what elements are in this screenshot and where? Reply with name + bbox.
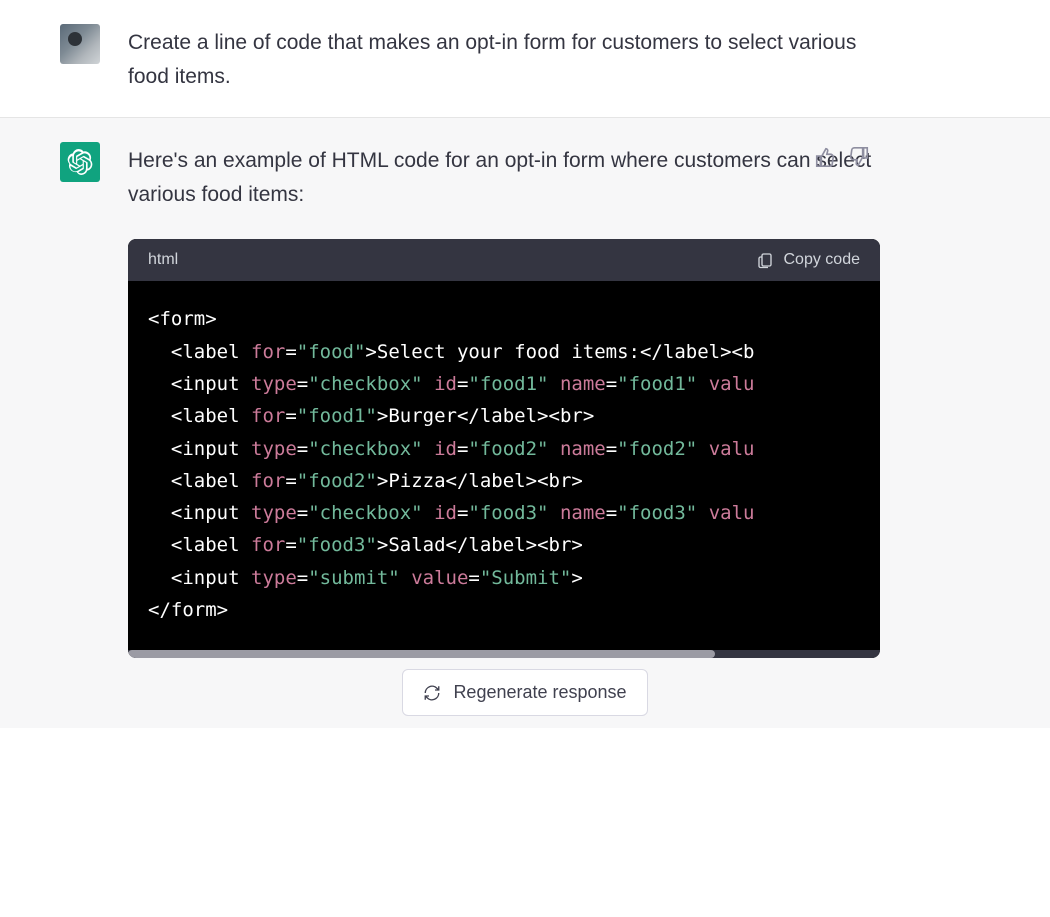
- code-body[interactable]: <form> <label for="food">Select your foo…: [128, 281, 880, 650]
- openai-logo-icon: [67, 149, 93, 175]
- code-language-label: html: [148, 251, 178, 269]
- horizontal-scrollbar[interactable]: [128, 650, 880, 658]
- copy-code-button[interactable]: Copy code: [756, 251, 861, 269]
- code-header: html Copy code: [128, 239, 880, 281]
- regenerate-label: Regenerate response: [453, 682, 626, 703]
- assistant-message-text: Here's an example of HTML code for an op…: [128, 142, 880, 211]
- assistant-avatar: [60, 142, 100, 182]
- thumb-down-button[interactable]: [848, 146, 870, 173]
- user-message-text: Create a line of code that makes an opt-…: [128, 24, 880, 93]
- code-block: html Copy code <form> <label for="food">…: [128, 239, 880, 658]
- thumb-down-icon: [848, 146, 870, 168]
- thumb-up-button[interactable]: [814, 146, 836, 173]
- regenerate-icon: [423, 684, 441, 702]
- regenerate-response-button[interactable]: Regenerate response: [402, 669, 647, 716]
- thumb-up-icon: [814, 146, 836, 168]
- user-message-block: Create a line of code that makes an opt-…: [0, 0, 1050, 118]
- clipboard-icon: [756, 251, 774, 269]
- copy-code-label: Copy code: [784, 251, 861, 269]
- assistant-message-block: Here's an example of HTML code for an op…: [0, 118, 1050, 728]
- user-avatar: [60, 24, 100, 64]
- feedback-buttons: [814, 146, 870, 173]
- code-content: <form> <label for="food">Select your foo…: [148, 303, 860, 626]
